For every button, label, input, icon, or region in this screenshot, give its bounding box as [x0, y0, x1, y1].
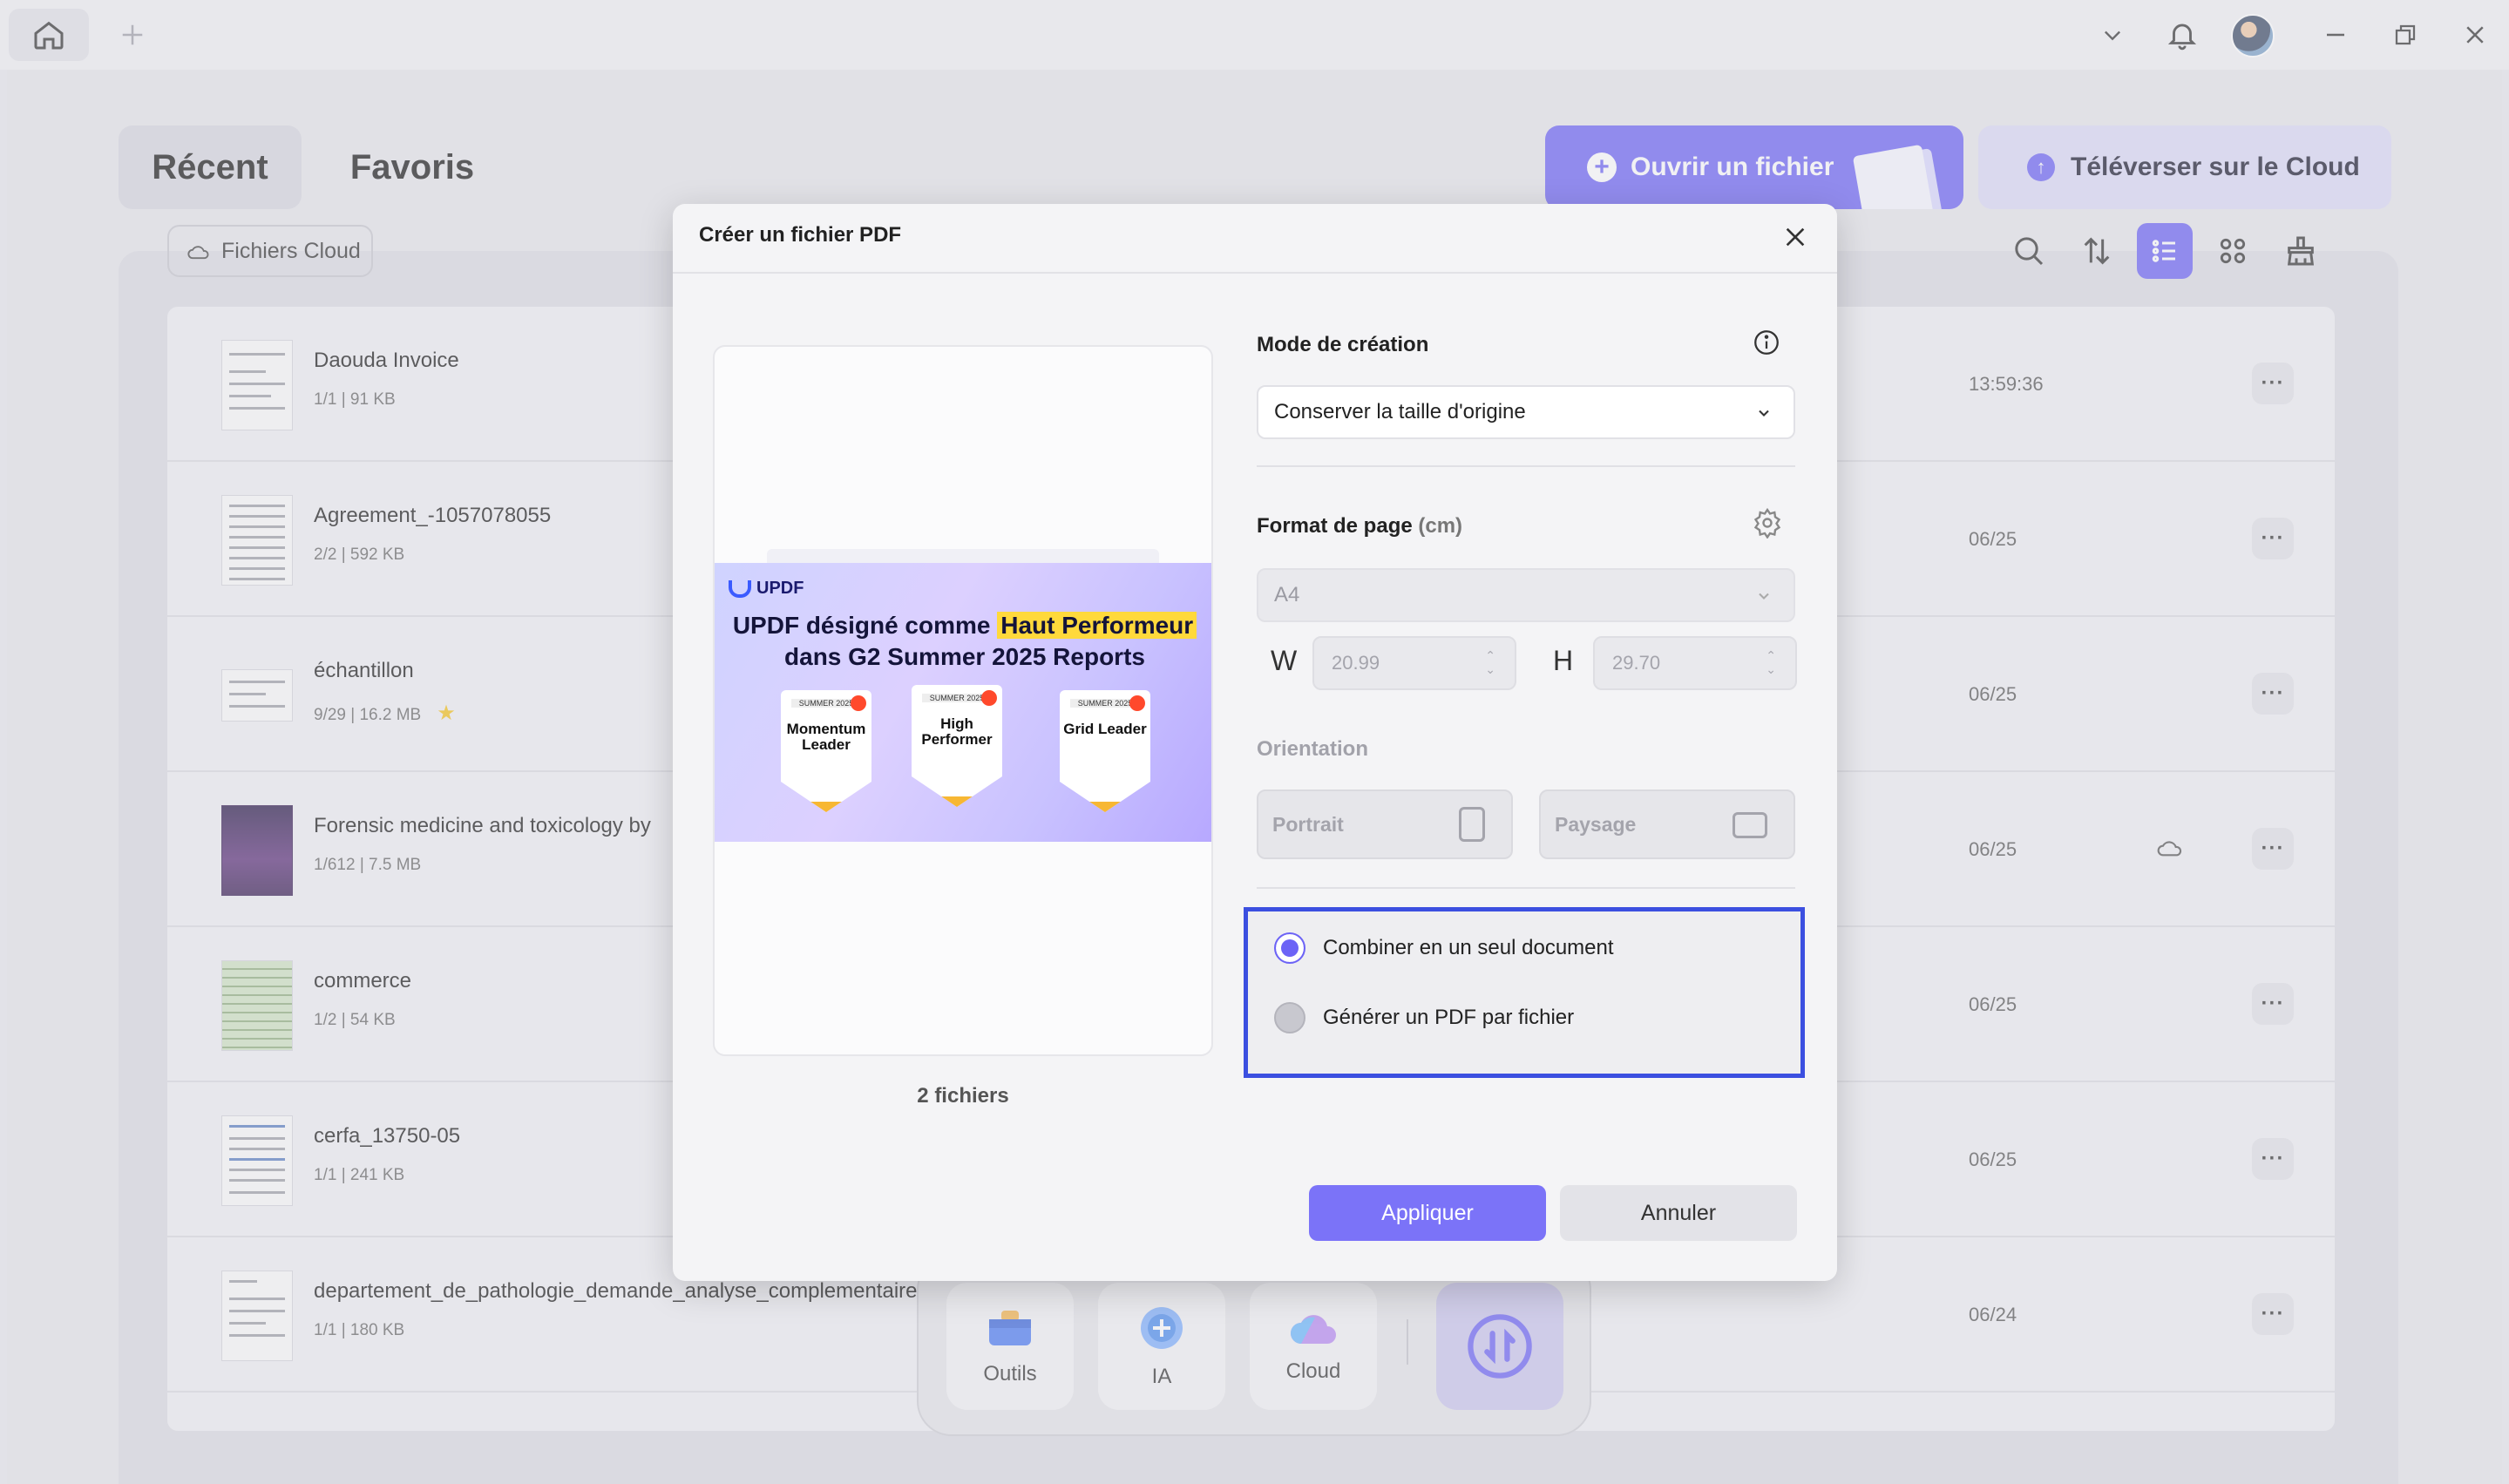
height-value: 29.70: [1612, 652, 1661, 674]
gear-icon: [1753, 507, 1781, 539]
per-file-label: Générer un PDF par fichier: [1323, 1006, 1575, 1029]
dialog-title: Créer un fichier PDF: [699, 223, 902, 247]
portrait-page-icon: [1459, 807, 1485, 842]
width-input[interactable]: 20.99 ⌃ ⌄: [1312, 636, 1516, 690]
chevron-down-icon: [1759, 410, 1769, 417]
height-input[interactable]: 29.70 ⌃ ⌄: [1593, 636, 1797, 690]
combine-label: Combiner en un seul document: [1323, 936, 1614, 959]
file-preview: UPDF UPDF désigné comme Haut Performeur …: [713, 345, 1213, 1056]
info-icon: [1754, 330, 1779, 355]
creation-mode-label: Mode de création: [1257, 333, 1429, 356]
page-format-label: Format de page (cm): [1257, 514, 1463, 538]
height-label: H: [1553, 645, 1574, 676]
page-size-select[interactable]: A4: [1257, 568, 1795, 622]
section-divider: [1257, 887, 1795, 889]
page-size-value: A4: [1274, 583, 1300, 606]
landscape-page-icon: [1733, 812, 1767, 838]
banner-line2: dans G2 Summer 2025 Reports: [784, 643, 1145, 670]
info-button[interactable]: [1752, 328, 1781, 362]
chevron-down-icon: [1759, 593, 1769, 600]
page-format-settings-button[interactable]: [1752, 507, 1783, 543]
g2-badge: SUMMER 2025 Grid Leader: [1060, 690, 1150, 812]
orientation-label: Orientation: [1257, 737, 1369, 761]
radio-unchecked[interactable]: [1274, 1002, 1305, 1033]
banner-line1: UPDF désigné comme: [732, 612, 998, 639]
stepper-arrows-icon[interactable]: ⌃ ⌄: [1485, 648, 1495, 676]
dialog-close-button[interactable]: [1778, 220, 1813, 254]
file-count: 2 fichiers: [917, 1084, 1009, 1108]
g2-badge: SUMMER 2025 Momentum Leader: [781, 690, 871, 812]
banner-headline: UPDF désigné comme Haut Performeur dans …: [715, 610, 1211, 673]
preview-banner-image: UPDF UPDF désigné comme Haut Performeur …: [715, 563, 1211, 842]
output-options-group: Combiner en un seul document Générer un …: [1244, 907, 1805, 1078]
updf-logo: UPDF: [729, 579, 804, 599]
section-divider: [1257, 465, 1795, 467]
radio-checked[interactable]: [1274, 932, 1305, 964]
close-icon: [1786, 227, 1805, 247]
width-value: 20.99: [1332, 652, 1380, 674]
portrait-option[interactable]: Portrait: [1257, 789, 1513, 859]
landscape-label: Paysage: [1555, 812, 1637, 836]
creation-mode-select[interactable]: Conserver la taille d'origine: [1257, 385, 1795, 439]
stepper-arrows-icon[interactable]: ⌃ ⌄: [1766, 648, 1776, 676]
combine-option[interactable]: Combiner en un seul document: [1274, 932, 1614, 964]
g2-badge: SUMMER 2025 High Performer: [912, 685, 1002, 807]
apply-button[interactable]: Appliquer: [1309, 1185, 1546, 1241]
per-file-option[interactable]: Générer un PDF par fichier: [1274, 1002, 1574, 1033]
cancel-button[interactable]: Annuler: [1560, 1185, 1797, 1241]
creation-mode-value: Conserver la taille d'origine: [1274, 400, 1526, 424]
create-pdf-dialog: Créer un fichier PDF UPDF UPDF désigné c…: [673, 204, 1837, 1281]
landscape-option[interactable]: Paysage: [1539, 789, 1795, 859]
brand-text: UPDF: [756, 579, 804, 598]
portrait-label: Portrait: [1272, 812, 1344, 836]
preview-page-stack: [767, 549, 1159, 563]
dialog-divider: [673, 272, 1837, 274]
banner-highlight: Haut Performeur: [997, 612, 1197, 639]
width-label: W: [1271, 645, 1298, 676]
